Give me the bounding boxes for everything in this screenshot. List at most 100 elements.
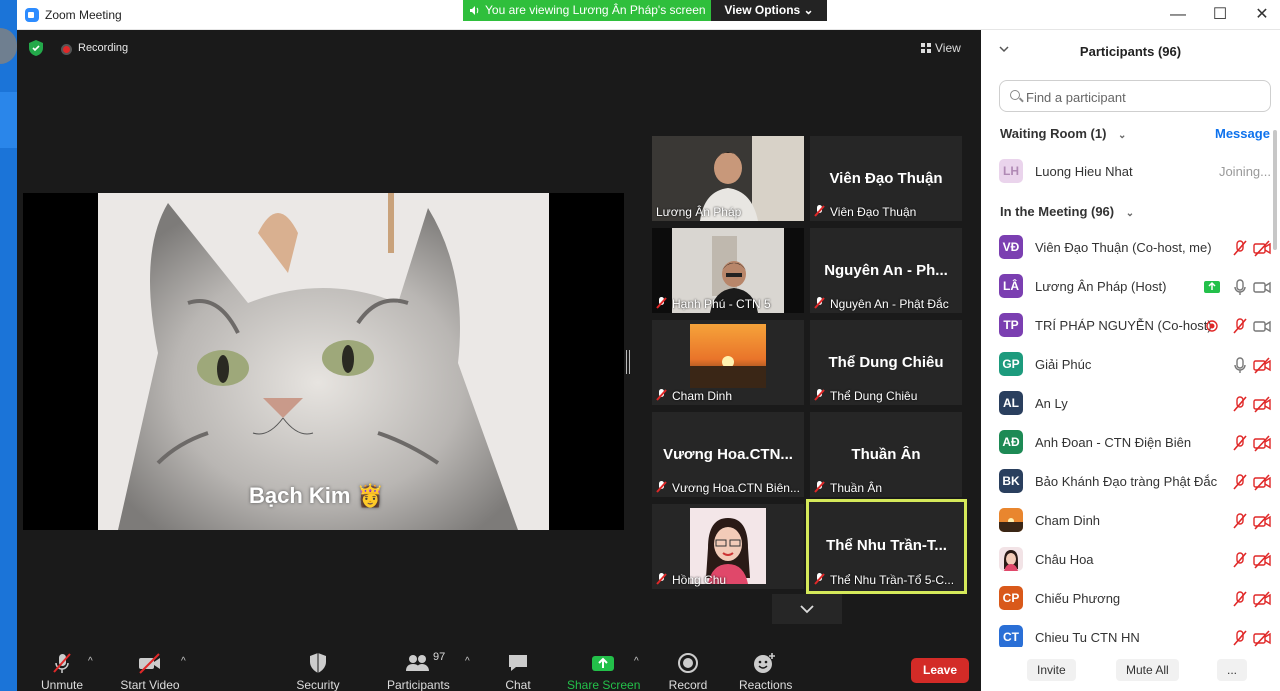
- video-off-icon[interactable]: [1253, 629, 1271, 647]
- video-off-icon[interactable]: [1253, 551, 1271, 569]
- reactions-label: Reactions: [739, 678, 793, 691]
- participants-options-caret[interactable]: ^: [465, 656, 470, 667]
- chevron-down-icon: [999, 46, 1009, 53]
- avatar: [999, 547, 1023, 571]
- participant-name: An Ly: [1035, 396, 1068, 411]
- maximize-button[interactable]: ☐: [1205, 4, 1235, 26]
- close-button[interactable]: ✕: [1247, 4, 1277, 26]
- mic-icon[interactable]: [1231, 278, 1249, 296]
- participant-row[interactable]: CP Chiếu Phương: [999, 584, 1271, 614]
- mic-muted-icon: [656, 573, 667, 585]
- video-off-icon[interactable]: [1253, 512, 1271, 530]
- unmute-button[interactable]: Unmute: [39, 652, 85, 691]
- avatar: AL: [999, 391, 1023, 415]
- viewing-banner-text: You are viewing Lương Ân Pháp's screen: [485, 3, 706, 17]
- video-off-icon[interactable]: [1253, 356, 1271, 374]
- reactions-button[interactable]: Reactions: [739, 652, 793, 691]
- search-input[interactable]: [1026, 87, 1256, 107]
- video-icon[interactable]: [1253, 278, 1271, 296]
- viewing-screen-banner: You are viewing Lương Ân Pháp's screen: [463, 0, 711, 21]
- tile-label: Hồng Chu: [656, 573, 726, 587]
- tile-name: Hồng Chu: [672, 573, 727, 587]
- view-button[interactable]: View: [921, 41, 961, 55]
- video-off-icon[interactable]: [1253, 239, 1271, 257]
- share-screen-button[interactable]: Share Screen: [567, 652, 640, 691]
- mic-muted-icon[interactable]: [1231, 395, 1249, 413]
- participant-name: Chiếu Phương: [1035, 591, 1121, 606]
- video-icon[interactable]: [1253, 317, 1271, 335]
- audio-options-caret[interactable]: ^: [88, 656, 93, 667]
- share-options-caret[interactable]: ^: [634, 656, 639, 667]
- participant-row[interactable]: LÂ Lương Ân Pháp (Host): [999, 272, 1271, 302]
- waiting-participant-row[interactable]: LH Luong Hieu Nhat Joining...: [999, 157, 1271, 187]
- video-off-icon[interactable]: [1253, 434, 1271, 452]
- participant-row[interactable]: AĐ Anh Đoan - CTN Điện Biên: [999, 428, 1271, 458]
- mic-muted-icon[interactable]: [1231, 473, 1249, 491]
- mic-muted-icon[interactable]: [1231, 512, 1249, 530]
- leave-button[interactable]: Leave: [911, 658, 969, 683]
- video-options-caret[interactable]: ^: [181, 656, 186, 667]
- mic-muted-icon[interactable]: [1231, 434, 1249, 452]
- waiting-room-header[interactable]: Waiting Room (1) ⌄: [1000, 126, 1126, 141]
- video-tile[interactable]: Lương Ân Pháp: [652, 136, 804, 221]
- mic-muted-icon[interactable]: [1231, 629, 1249, 647]
- participant-row[interactable]: BK Bảo Khánh Đạo tràng Phật Đắc: [999, 467, 1271, 497]
- video-off-icon[interactable]: [1253, 473, 1271, 491]
- resize-handle[interactable]: [626, 350, 630, 374]
- participant-row[interactable]: AL An Ly: [999, 389, 1271, 419]
- tile-name: Thể Dung Chiêu: [830, 389, 918, 403]
- participant-row[interactable]: Châu Hoa: [999, 545, 1271, 575]
- video-tile[interactable]: Viên Đạo Thuận Viên Đạo Thuận: [810, 136, 962, 221]
- invite-button[interactable]: Invite: [1027, 659, 1076, 681]
- participant-row[interactable]: CT Chieu Tu CTN HN: [999, 623, 1271, 647]
- participant-row[interactable]: Cham Dinh: [999, 506, 1271, 536]
- participant-name: Giải Phúc: [1035, 357, 1092, 372]
- tile-name: Nguyên An - Phật Đắc: [830, 297, 949, 311]
- participant-search[interactable]: [999, 80, 1271, 112]
- mute-all-button[interactable]: Mute All: [1116, 659, 1179, 681]
- mic-muted-icon[interactable]: [1231, 551, 1249, 569]
- video-tile[interactable]: Thể Dung Chiêu Thể Dung Chiêu: [810, 320, 962, 405]
- video-tile[interactable]: Vương Hoa.CTN... Vương Hoa.CTN Biên...: [652, 412, 804, 497]
- video-tile[interactable]: Thuần Ân Thuần Ân: [810, 412, 962, 497]
- video-tile[interactable]: Hồng Chu: [652, 504, 804, 589]
- security-button[interactable]: Security: [295, 652, 341, 691]
- participant-name: Chieu Tu CTN HN: [1035, 630, 1140, 645]
- mic-muted-icon[interactable]: [1231, 590, 1249, 608]
- in-meeting-header[interactable]: In the Meeting (96) ⌄: [1000, 204, 1134, 219]
- chat-button[interactable]: Chat: [503, 652, 533, 691]
- tile-label: Thuần Ân: [814, 481, 882, 495]
- view-options-button[interactable]: View Options ⌄: [711, 0, 827, 21]
- more-options-button[interactable]: ...: [1217, 659, 1248, 681]
- panel-scrollbar[interactable]: [1273, 130, 1277, 250]
- active-speaker-tile[interactable]: Thể Nhu Trần-T... Thể Nhu Trần-Tổ 5-C...: [806, 499, 967, 594]
- mic-muted-icon[interactable]: [1231, 239, 1249, 257]
- video-tile[interactable]: Nguyên An - Ph... Nguyên An - Phật Đắc: [810, 228, 962, 313]
- video-tile[interactable]: Hạnh Phú - CTN 5: [652, 228, 804, 313]
- message-button[interactable]: Message: [1215, 126, 1270, 141]
- avatar: CP: [999, 586, 1023, 610]
- mic-icon[interactable]: [1231, 356, 1249, 374]
- video-off-icon[interactable]: [1253, 395, 1271, 413]
- video-tile[interactable]: Cham Dinh: [652, 320, 804, 405]
- start-video-button[interactable]: Start Video: [120, 652, 180, 691]
- recording-label: Recording: [78, 42, 129, 54]
- next-page-button[interactable]: [772, 594, 842, 624]
- participant-row[interactable]: VĐ Viên Đạo Thuận (Co-host, me): [999, 233, 1271, 263]
- minimize-button[interactable]: —: [1163, 4, 1193, 26]
- waiting-room-label: Waiting Room (1): [1000, 126, 1107, 141]
- participant-name: Châu Hoa: [1035, 552, 1094, 567]
- panel-footer: Invite Mute All ...: [981, 650, 1280, 691]
- encryption-shield-icon[interactable]: [29, 40, 43, 56]
- record-button[interactable]: Record: [668, 652, 708, 691]
- video-off-icon[interactable]: [1253, 590, 1271, 608]
- avatar: LH: [999, 159, 1023, 183]
- participant-name: Luong Hieu Nhat: [1035, 164, 1133, 179]
- participant-row[interactable]: TP TRÍ PHÁP NGUYỄN (Co-host): [999, 311, 1271, 341]
- collapse-panel-button[interactable]: [999, 44, 1009, 56]
- mic-muted-icon[interactable]: [1231, 317, 1249, 335]
- participant-row[interactable]: GP Giải Phúc: [999, 350, 1271, 380]
- unmute-label: Unmute: [40, 678, 84, 691]
- in-meeting-label: In the Meeting (96): [1000, 204, 1115, 219]
- mic-muted-icon: [656, 481, 667, 493]
